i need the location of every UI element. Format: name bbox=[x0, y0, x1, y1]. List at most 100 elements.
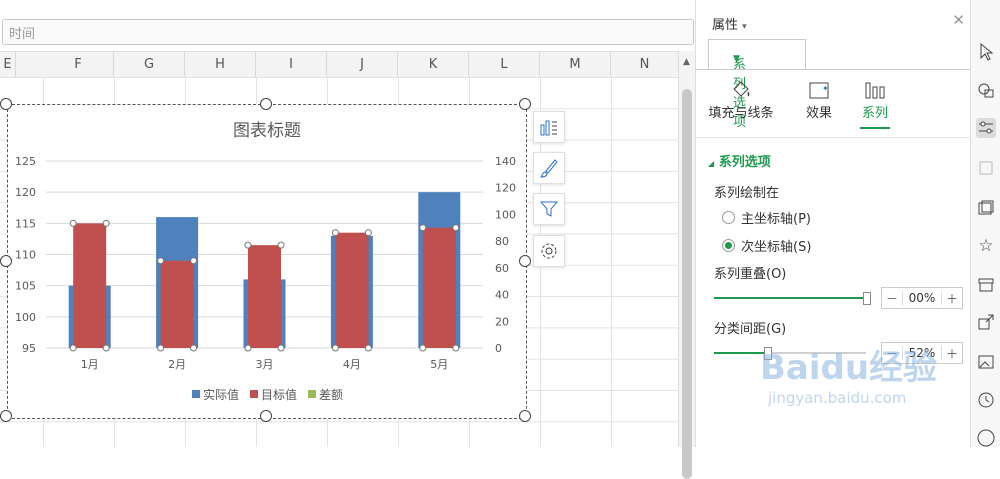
overlap-value[interactable]: 00% bbox=[902, 291, 942, 305]
column-header-m[interactable]: M bbox=[540, 52, 611, 77]
help-icon[interactable] bbox=[976, 428, 996, 448]
chart-title[interactable]: 图表标题 bbox=[233, 121, 301, 141]
scroll-up-icon[interactable]: ▲ bbox=[683, 57, 690, 67]
property-settings-icon[interactable] bbox=[976, 118, 996, 138]
series-selection-handle[interactable] bbox=[452, 344, 460, 352]
column-header-h[interactable]: H bbox=[185, 52, 256, 77]
series-selection-handle[interactable] bbox=[419, 224, 427, 232]
bar-target[interactable] bbox=[73, 223, 107, 348]
series-selection-handle[interactable] bbox=[69, 219, 77, 227]
series-selection-handle[interactable] bbox=[102, 219, 110, 227]
gap-width-slider-knob[interactable] bbox=[764, 347, 773, 360]
bar-target[interactable] bbox=[160, 260, 194, 348]
bar-target[interactable] bbox=[335, 232, 369, 348]
archive-icon[interactable] bbox=[976, 274, 996, 294]
series-selection-handle[interactable] bbox=[331, 344, 339, 352]
resize-handle-top-right[interactable] bbox=[519, 98, 531, 110]
chart-elements-icon bbox=[540, 120, 557, 136]
resize-handle-top[interactable] bbox=[260, 98, 272, 110]
series-selection-handle[interactable] bbox=[419, 344, 427, 352]
secondary-axis-radio-circle[interactable] bbox=[722, 239, 735, 252]
scrollbar-thumb[interactable] bbox=[682, 89, 692, 479]
legend-swatch[interactable] bbox=[192, 390, 200, 398]
gap-width-slider[interactable] bbox=[714, 347, 866, 360]
active-subtab-indicator bbox=[860, 127, 890, 129]
primary-axis-radio[interactable]: 主坐标轴(P) bbox=[722, 208, 811, 227]
chart-svg: 图表标题 125 120 115 110 105 100 95 140 120 100 80 60 4… bbox=[15, 121, 516, 402]
bar-target[interactable] bbox=[248, 245, 281, 348]
resize-handle-right[interactable] bbox=[519, 255, 531, 267]
y-axis-tick-label: 125 bbox=[15, 155, 36, 168]
vertical-scrollbar[interactable]: ▲ bbox=[678, 51, 696, 479]
overlap-stepper[interactable]: － 00% ＋ bbox=[881, 287, 963, 309]
series-selection-handle[interactable] bbox=[364, 229, 372, 237]
picture-icon[interactable] bbox=[976, 352, 996, 372]
series-selection-handle[interactable] bbox=[277, 344, 285, 352]
subtab-series[interactable]: 系列 bbox=[848, 74, 902, 121]
series-selection-handle[interactable] bbox=[157, 344, 165, 352]
series-selection-handle[interactable] bbox=[69, 344, 77, 352]
secondary-axis-radio[interactable]: 次坐标轴(S) bbox=[722, 236, 811, 255]
shapes-icon[interactable] bbox=[976, 80, 996, 100]
column-header-l[interactable]: L bbox=[469, 52, 540, 77]
resize-handle-left[interactable] bbox=[0, 255, 12, 267]
chart-elements-button[interactable] bbox=[533, 111, 565, 143]
y2-axis-tick-label: 120 bbox=[495, 182, 516, 195]
column-header-i[interactable]: I bbox=[256, 52, 327, 77]
column-header-g[interactable]: G bbox=[114, 52, 185, 77]
series-selection-handle[interactable] bbox=[190, 344, 198, 352]
overlap-slider[interactable] bbox=[714, 292, 871, 305]
legend-label[interactable]: 目标值 bbox=[261, 387, 297, 402]
column-header-f[interactable]: F bbox=[43, 52, 114, 77]
series-selection-handle[interactable] bbox=[102, 344, 110, 352]
subtab-fill-line[interactable]: 填充与线条 bbox=[706, 74, 776, 121]
chart-style-button[interactable] bbox=[533, 152, 565, 184]
panel-title[interactable]: 属性 ▾ bbox=[712, 14, 747, 33]
column-header-j[interactable]: J bbox=[327, 52, 398, 77]
chart-area[interactable]: 图表标题 125 120 115 110 105 100 95 140 120 100 80 60 4… bbox=[7, 104, 527, 419]
resize-handle-bottom[interactable] bbox=[260, 410, 272, 422]
series-selection-handle[interactable] bbox=[190, 257, 198, 265]
gap-width-stepper[interactable]: － 52% ＋ bbox=[881, 342, 963, 364]
bar-target[interactable] bbox=[422, 227, 456, 348]
series-selection-handle[interactable] bbox=[157, 257, 165, 265]
column-header-n[interactable]: N bbox=[611, 52, 678, 77]
legend-label[interactable]: 实际值 bbox=[203, 387, 239, 402]
select-cursor-icon[interactable] bbox=[976, 42, 996, 62]
column-header-k[interactable]: K bbox=[398, 52, 469, 77]
y2-axis-tick-label: 40 bbox=[495, 289, 509, 302]
overlap-increment-button[interactable]: ＋ bbox=[942, 290, 962, 307]
series-selection-handle[interactable] bbox=[244, 344, 252, 352]
series-selection-handle[interactable] bbox=[452, 224, 460, 232]
legend-swatch[interactable] bbox=[308, 390, 316, 398]
overlap-decrement-button[interactable]: － bbox=[882, 290, 902, 307]
star-icon[interactable]: ☆ bbox=[976, 236, 996, 256]
resize-handle-bottom-left[interactable] bbox=[0, 410, 12, 422]
series-selection-handle[interactable] bbox=[277, 241, 285, 249]
series-selection-handle[interactable] bbox=[364, 344, 372, 352]
y2-axis-tick-label: 100 bbox=[495, 208, 516, 221]
y-axis-tick-label: 100 bbox=[15, 311, 36, 324]
series-selection-handle[interactable] bbox=[244, 241, 252, 249]
close-icon[interactable]: ✕ bbox=[952, 11, 965, 29]
history-icon[interactable] bbox=[976, 390, 996, 410]
legend-swatch[interactable] bbox=[250, 390, 258, 398]
formula-bar[interactable]: 时间 bbox=[2, 19, 694, 45]
gap-decrement-button[interactable]: － bbox=[882, 345, 902, 362]
chart-settings-button[interactable] bbox=[533, 235, 565, 267]
overlap-slider-knob[interactable] bbox=[863, 292, 871, 305]
gap-width-value[interactable]: 52% bbox=[902, 346, 942, 360]
gap-increment-button[interactable]: ＋ bbox=[942, 345, 962, 362]
section-series-options[interactable]: ◢ 系列选项 bbox=[708, 151, 771, 170]
legend-label[interactable]: 差额 bbox=[319, 388, 343, 402]
series-selection-handle[interactable] bbox=[331, 229, 339, 237]
resize-handle-top-left[interactable] bbox=[0, 98, 12, 110]
share-icon[interactable] bbox=[976, 312, 996, 332]
subtab-effects[interactable]: ✦ 效果 bbox=[794, 74, 844, 121]
resize-handle-bottom-right[interactable] bbox=[519, 410, 531, 422]
tab-series-options[interactable]: 系列选项 ▼ bbox=[708, 39, 806, 130]
image-tools-icon[interactable] bbox=[976, 198, 996, 218]
primary-axis-radio-circle[interactable] bbox=[722, 211, 735, 224]
column-header-e[interactable]: E bbox=[0, 52, 16, 77]
chart-filter-button[interactable] bbox=[533, 193, 565, 225]
